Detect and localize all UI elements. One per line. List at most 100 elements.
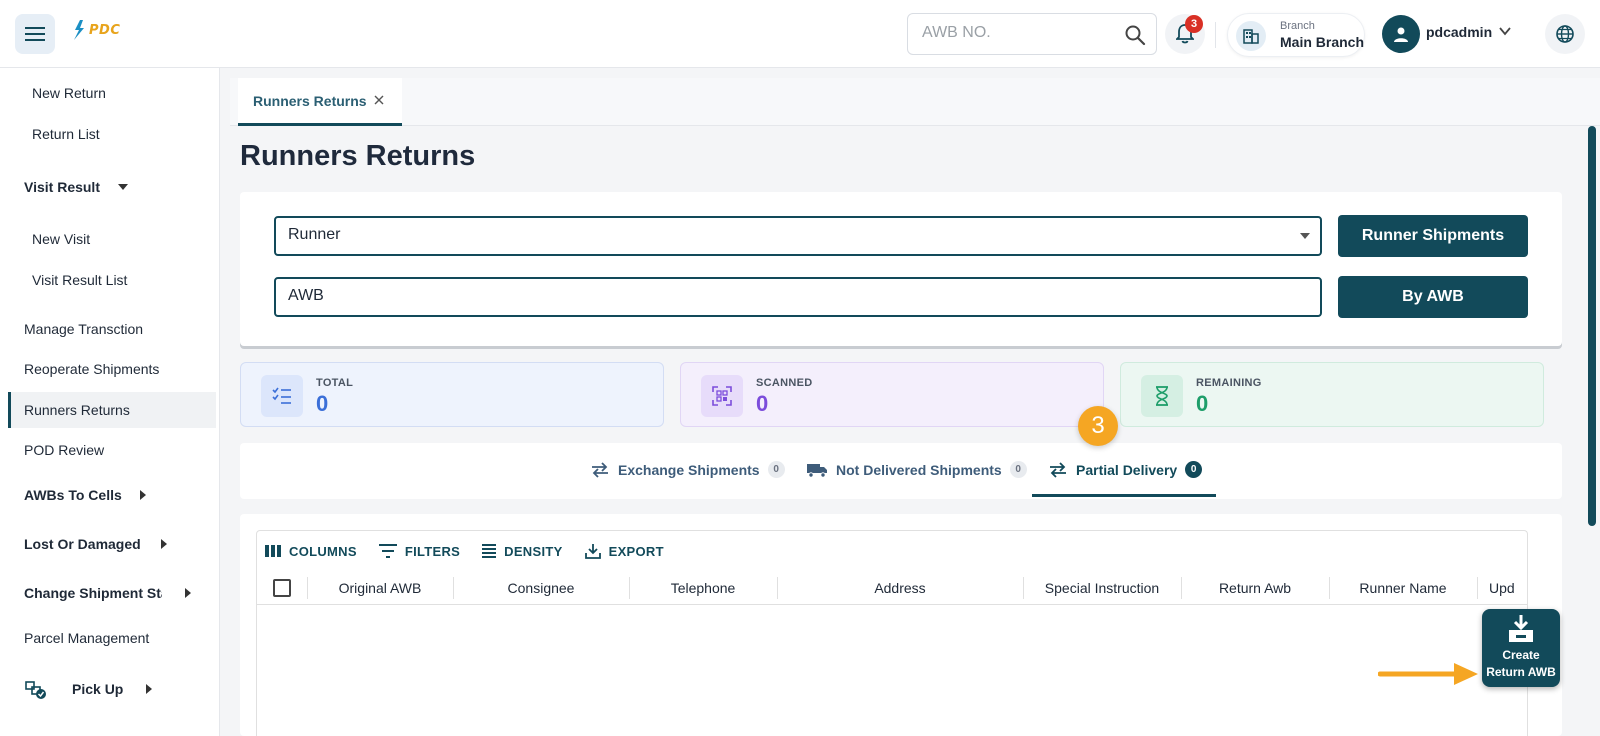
remaining-value: 0 [1196, 391, 1209, 416]
column-header-special-instruction[interactable]: Special Instruction [1023, 571, 1181, 605]
data-grid: COLUMNS FILTERS DENSITY EXPORT Original … [256, 530, 1528, 736]
search-icon[interactable] [1124, 24, 1146, 46]
header-divider [1215, 22, 1216, 48]
sidebar-item-pod-review[interactable]: POD Review [8, 432, 216, 468]
chevron-down-icon[interactable] [1498, 24, 1512, 38]
qr-scan-icon [701, 375, 743, 417]
tab-bar: Runners Returns [230, 78, 1600, 126]
person-icon [1394, 27, 1408, 42]
sidebar-item-parcel-management[interactable]: Parcel Management [8, 620, 216, 656]
scanned-stat-card: SCANNED 0 [680, 362, 1104, 427]
density-icon [482, 544, 497, 558]
notification-count-badge: 3 [1185, 15, 1203, 33]
dropdown-arrow-icon[interactable] [1300, 233, 1310, 239]
total-stat-card: TOTAL 0 [240, 362, 664, 427]
caret-down-icon [118, 184, 128, 190]
column-header-telephone[interactable]: Telephone [629, 571, 777, 605]
total-label: TOTAL [316, 377, 354, 389]
exchange-count-badge: 0 [767, 461, 785, 478]
caret-right-icon [146, 684, 152, 694]
data-grid-card: COLUMNS FILTERS DENSITY EXPORT Original … [240, 514, 1562, 736]
logo-text: PDC [89, 22, 121, 38]
column-header-address[interactable]: Address [777, 571, 1023, 605]
grid-header-row: Original AWB Consignee Telephone Address… [257, 571, 1527, 605]
language-button[interactable] [1545, 14, 1585, 54]
download-tray-icon [1509, 615, 1533, 642]
scanned-value: 0 [756, 391, 769, 416]
page-title: Runners Returns [240, 140, 476, 172]
awb-input[interactable] [288, 287, 1288, 305]
menu-icon [25, 27, 45, 41]
column-header-return-awb[interactable]: Return Awb [1181, 571, 1329, 605]
partial-count-badge: 0 [1185, 461, 1203, 478]
sidebar-item-return-list[interactable]: Return List [8, 116, 216, 152]
runner-select[interactable] [274, 216, 1322, 256]
sidebar-item-new-return[interactable]: New Return [8, 75, 216, 111]
checklist-icon [261, 375, 303, 417]
tab-partial-delivery[interactable]: Partial Delivery 0 [1048, 461, 1203, 478]
close-icon[interactable] [374, 95, 384, 105]
hamburger-menu-button[interactable] [15, 14, 55, 54]
scanned-label: SCANNED [756, 377, 813, 389]
tab-not-delivered-shipments[interactable]: Not Delivered Shipments 0 [806, 461, 1027, 478]
main-content: Runners Returns Runners Returns Runner S… [230, 78, 1600, 736]
column-header-runner-name[interactable]: Runner Name [1329, 571, 1477, 605]
search-form-card: Runner Shipments By AWB [240, 192, 1562, 346]
branch-name: Main Branch [1280, 34, 1365, 50]
pdc-logo[interactable]: PDC [72, 20, 120, 40]
export-button[interactable]: EXPORT [584, 543, 664, 559]
pickup-boxes-icon [25, 681, 46, 699]
sidebar-item-runners-returns[interactable]: Runners Returns [8, 392, 216, 428]
tab-runners-returns[interactable]: Runners Returns [238, 78, 402, 126]
logo-mark-icon [74, 20, 84, 40]
sidebar-item-awbs-to-cells[interactable]: AWBs To Cells [8, 477, 216, 513]
active-tab-indicator [1032, 494, 1216, 497]
caret-right-icon [140, 490, 146, 500]
grid-toolbar: COLUMNS FILTERS DENSITY EXPORT [265, 543, 664, 559]
awb-search-input[interactable] [922, 24, 1112, 42]
select-all-checkbox[interactable] [273, 579, 291, 597]
username[interactable]: pdcadmin [1426, 24, 1492, 40]
column-header-updated[interactable]: Upd [1477, 571, 1527, 605]
tab-exchange-shipments[interactable]: Exchange Shipments 0 [590, 461, 785, 478]
caret-right-icon [161, 539, 167, 549]
by-awb-button[interactable]: By AWB [1338, 276, 1528, 318]
step-number-badge: 3 [1078, 406, 1118, 446]
remaining-label: REMAINING [1196, 377, 1262, 389]
runner-shipments-button[interactable]: Runner Shipments [1338, 215, 1528, 257]
pointer-arrow-icon [1378, 663, 1478, 685]
runner-select-input[interactable] [288, 226, 1288, 244]
remaining-stat-card: REMAINING 0 [1120, 362, 1544, 427]
swap-arrows-icon [1050, 461, 1066, 478]
column-header-consignee[interactable]: Consignee [453, 571, 629, 605]
filters-button[interactable]: FILTERS [378, 543, 460, 559]
awb-search-box[interactable] [907, 13, 1157, 55]
sidebar: New Return Return List Visit Result New … [0, 68, 220, 736]
user-avatar[interactable] [1382, 15, 1420, 53]
sidebar-item-lost-or-damaged[interactable]: Lost Or Damaged [8, 526, 216, 562]
columns-button[interactable]: COLUMNS [265, 543, 357, 559]
swap-arrows-icon [592, 461, 608, 478]
branch-selector[interactable]: Branch Main Branch [1227, 13, 1365, 57]
filter-icon [378, 544, 397, 558]
columns-icon [265, 545, 281, 557]
sidebar-item-new-visit[interactable]: New Visit [8, 221, 216, 257]
awb-field[interactable] [274, 277, 1322, 317]
building-icon [1236, 21, 1266, 51]
create-return-awb-label: Create Return AWB [1486, 648, 1556, 679]
sidebar-item-visit-result[interactable]: Visit Result [8, 169, 216, 205]
sidebar-item-manage-transaction[interactable]: Manage Transction [8, 311, 216, 347]
top-bar: PDC 3 Branch Main Branch pdcadmin [0, 0, 1600, 68]
sidebar-item-change-shipment-status[interactable]: Change Shipment Sta [8, 575, 216, 611]
sidebar-item-reoperate-shipments[interactable]: Reoperate Shipments [8, 351, 216, 387]
density-button[interactable]: DENSITY [482, 543, 562, 559]
sidebar-item-pick-up[interactable]: Pick Up [8, 671, 216, 707]
create-return-awb-button[interactable]: Create Return AWB [1482, 609, 1560, 687]
hourglass-icon [1141, 375, 1183, 417]
main-scrollbar[interactable] [1588, 126, 1596, 526]
truck-icon [807, 463, 827, 478]
sidebar-item-visit-result-list[interactable]: Visit Result List [8, 262, 216, 298]
caret-right-icon [185, 588, 191, 598]
column-header-original-awb[interactable]: Original AWB [307, 571, 453, 605]
globe-icon [1556, 25, 1574, 43]
